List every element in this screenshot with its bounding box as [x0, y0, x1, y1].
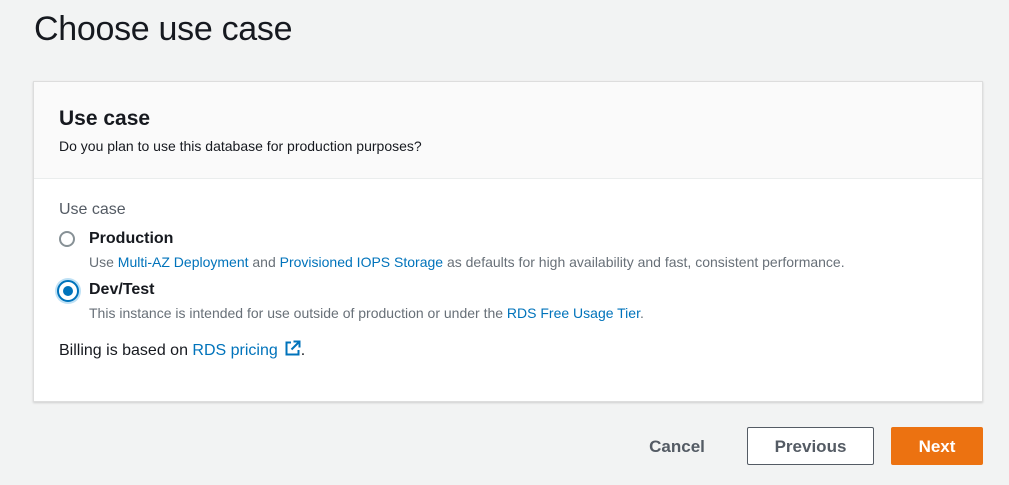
- production-description: Use Multi-AZ Deployment and Provisioned …: [89, 253, 957, 271]
- radio-option-production[interactable]: Production Use Multi-AZ Deployment and P…: [59, 229, 957, 271]
- dev-test-radio-button[interactable]: [57, 280, 79, 302]
- production-desc-suffix: as defaults for high availability and fa…: [443, 254, 845, 270]
- production-radio-button[interactable]: [59, 231, 75, 247]
- panel-description: Do you plan to use this database for pro…: [59, 138, 422, 154]
- rds-free-usage-tier-link[interactable]: RDS Free Usage Tier: [507, 305, 640, 321]
- page-title: Choose use case: [34, 10, 293, 48]
- billing-note: Billing is based on RDS pricing.: [59, 340, 957, 361]
- radio-option-dev-test[interactable]: Dev/Test This instance is intended for u…: [57, 280, 957, 322]
- previous-button[interactable]: Previous: [747, 427, 874, 465]
- dev-test-radio-label[interactable]: Dev/Test: [89, 280, 957, 300]
- rds-pricing-link-label[interactable]: RDS pricing: [192, 342, 277, 359]
- dev-test-desc-prefix: This instance is intended for use outsid…: [89, 305, 507, 321]
- production-radio-label[interactable]: Production: [89, 229, 957, 249]
- panel-title: Use case: [59, 107, 151, 130]
- production-desc-middle: and: [248, 254, 280, 270]
- use-case-panel: Use case Do you plan to use this databas…: [33, 81, 983, 402]
- production-desc-prefix: Use: [89, 254, 118, 270]
- multi-az-deployment-link[interactable]: Multi-AZ Deployment: [118, 254, 249, 270]
- billing-suffix: .: [300, 342, 306, 359]
- panel-header: Use case Do you plan to use this databas…: [34, 82, 982, 179]
- panel-body: Use case Production Use Multi-AZ Deploym…: [34, 179, 982, 361]
- use-case-field-label: Use case: [59, 201, 126, 218]
- rds-pricing-link[interactable]: RDS pricing: [192, 340, 301, 359]
- dev-test-description: This instance is intended for use outsid…: [89, 304, 957, 322]
- external-link-icon[interactable]: [284, 340, 301, 357]
- billing-prefix: Billing is based on: [59, 342, 193, 359]
- next-button[interactable]: Next: [891, 427, 983, 465]
- provisioned-iops-storage-link[interactable]: Provisioned IOPS Storage: [280, 254, 443, 270]
- cancel-button[interactable]: Cancel: [636, 427, 718, 465]
- dev-test-desc-suffix: .: [639, 305, 644, 321]
